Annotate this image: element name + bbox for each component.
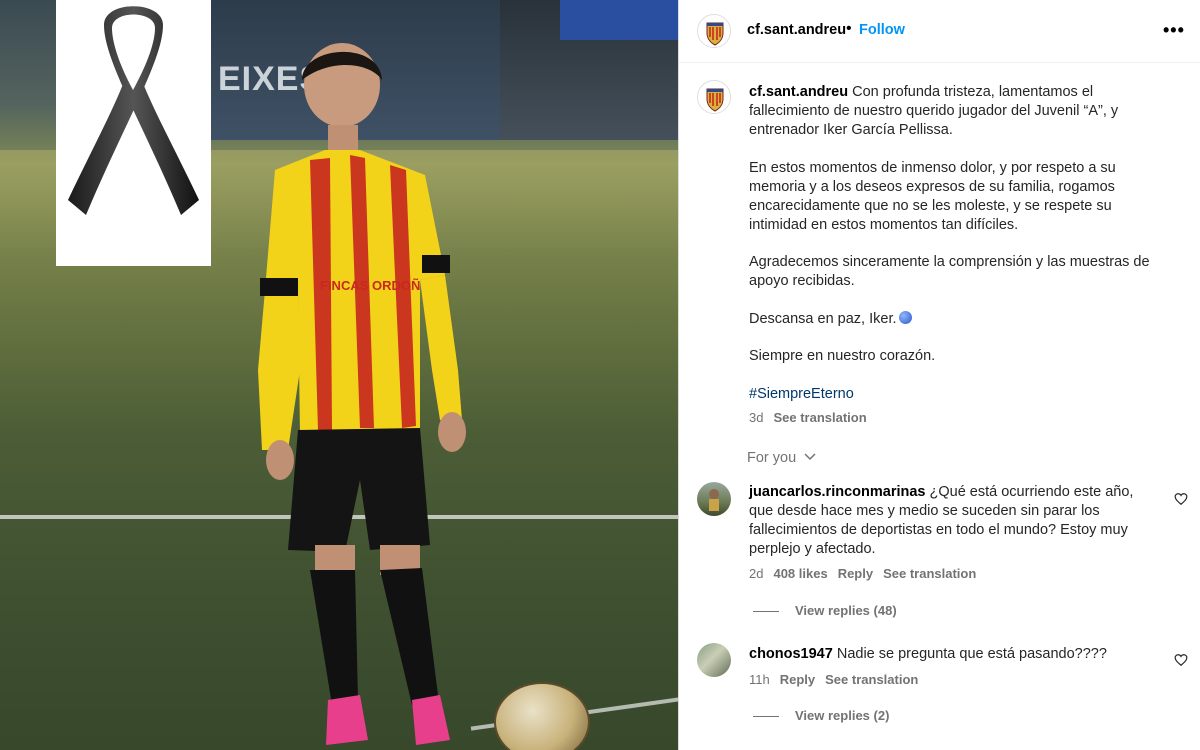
- view-replies-button[interactable]: View replies (48): [753, 603, 897, 618]
- for-you-label: For you: [747, 450, 797, 466]
- post-caption: cf.sant.andreu Con profunda tristeza, la…: [749, 83, 1169, 404]
- follow-button[interactable]: Follow: [859, 22, 905, 38]
- club-crest-icon: [698, 15, 730, 47]
- see-translation-button[interactable]: See translation: [825, 672, 918, 687]
- reply-button[interactable]: Reply: [780, 672, 815, 687]
- caption-paragraph: Descansa en paz, Iker.: [749, 310, 897, 327]
- heart-outline-icon[interactable]: [1174, 653, 1188, 667]
- account-avatar[interactable]: [697, 14, 731, 48]
- reply-button[interactable]: Reply: [838, 566, 873, 581]
- caption-paragraph: Agradecemos sinceramente la comprensión …: [749, 254, 1150, 289]
- commenter-avatar[interactable]: [697, 482, 731, 516]
- caption-paragraph: En estos momentos de inmenso dolor, y po…: [749, 159, 1116, 233]
- globe-emoji-icon: [898, 310, 912, 324]
- for-you-dropdown[interactable]: For you: [747, 450, 816, 466]
- comment-meta: 11h Reply See translation: [749, 672, 928, 687]
- jersey-sponsor: FINCAS ORDOÑEZ: [320, 278, 437, 293]
- post-media[interactable]: EIXES FINCAS ORDOÑEZ: [0, 0, 678, 750]
- comment-time[interactable]: 2d: [749, 566, 763, 581]
- comment-likes[interactable]: 408 likes: [773, 566, 827, 581]
- hashtag-link[interactable]: #SiempreEterno: [749, 386, 854, 402]
- comment-username[interactable]: juancarlos.rinconmarinas: [749, 484, 925, 500]
- view-replies-label: View replies (48): [795, 603, 897, 618]
- comment-text: chonos1947 Nadie se pregunta que está pa…: [749, 645, 1149, 664]
- header-username[interactable]: cf.sant.andreu: [747, 22, 846, 38]
- see-translation-button[interactable]: See translation: [883, 566, 976, 581]
- comment-time[interactable]: 11h: [749, 672, 770, 687]
- background-seats: [560, 0, 678, 40]
- commenter-avatar[interactable]: [697, 643, 731, 677]
- comment-body: Nadie se pregunta que está pasando????: [836, 646, 1107, 662]
- header-separator: •: [846, 20, 852, 37]
- view-replies-button[interactable]: View replies (2): [753, 708, 889, 723]
- club-crest-icon: [698, 81, 730, 113]
- view-replies-label: View replies (2): [795, 708, 890, 723]
- chevron-down-icon: [804, 453, 816, 461]
- post-side-panel: cf.sant.andreu • Follow ••• cf.sant.andr…: [678, 0, 1200, 750]
- comment-meta: 2d 408 likes Reply See translation: [749, 566, 986, 581]
- caption-username[interactable]: cf.sant.andreu: [749, 84, 848, 100]
- replies-divider: [753, 611, 779, 613]
- post-header: cf.sant.andreu • Follow •••: [679, 0, 1200, 63]
- see-translation-button[interactable]: See translation: [773, 410, 866, 425]
- player-figure: FINCAS ORDOÑEZ: [240, 40, 500, 750]
- caption-time[interactable]: 3d: [749, 410, 763, 425]
- comment-text: juancarlos.rinconmarinas ¿Qué está ocurr…: [749, 483, 1149, 559]
- person-silhouette-icon: [709, 489, 719, 511]
- caption-avatar[interactable]: [697, 80, 731, 114]
- replies-divider: [753, 716, 779, 718]
- caption-meta: 3d See translation: [749, 410, 877, 425]
- comment-username[interactable]: chonos1947: [749, 646, 833, 662]
- caption-paragraph: Siempre en nuestro corazón.: [749, 348, 936, 364]
- more-options-icon[interactable]: •••: [1163, 20, 1185, 41]
- soccer-ball: [494, 682, 590, 750]
- heart-outline-icon[interactable]: [1174, 492, 1188, 506]
- mourning-ribbon-card: [56, 0, 211, 266]
- black-mourning-ribbon-icon: [68, 6, 199, 215]
